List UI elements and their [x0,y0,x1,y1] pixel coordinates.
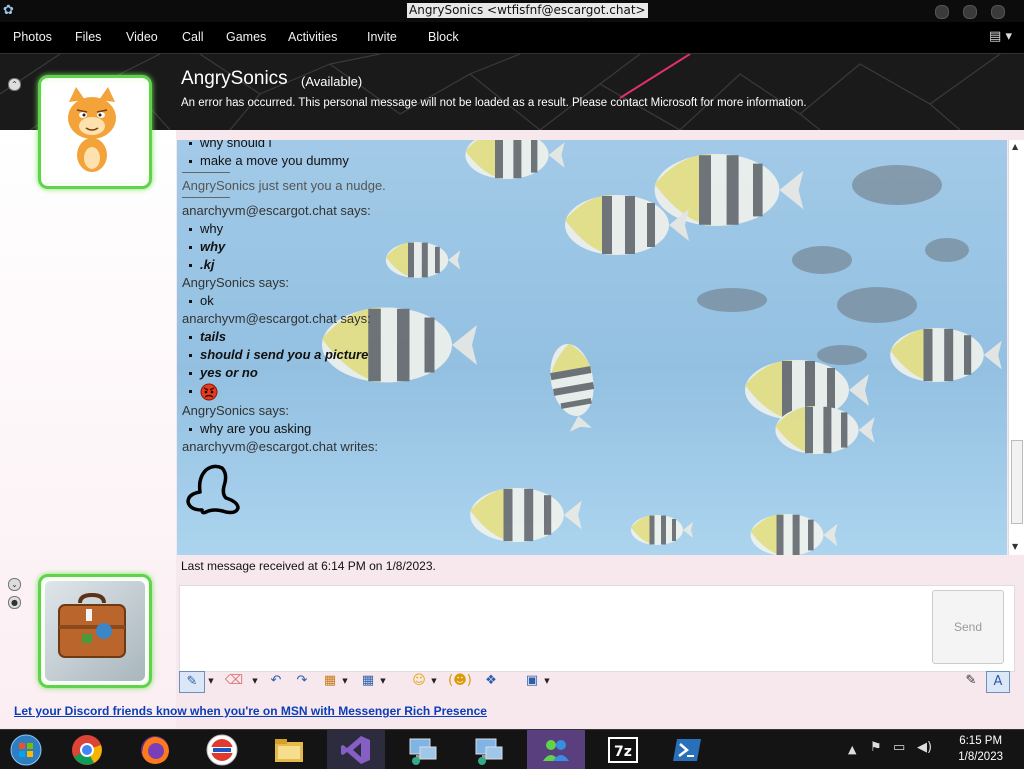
handwriting-pen-icon[interactable]: ✎ [179,671,205,693]
message-input[interactable] [179,585,1015,672]
nudge-notice: AngrySonics just sent you a nudge. [182,178,386,193]
emoticon-icon[interactable]: ☺ [409,671,429,691]
title-bar: ✿ AngrySonics <wtfisfnf@escargot.chat> [0,0,1024,22]
discord-rich-presence-link[interactable]: Let your Discord friends know when you'r… [14,704,487,718]
window-title: AngrySonics <wtfisfnf@escargot.chat> [407,3,648,18]
menu-video[interactable]: Video [126,30,158,44]
suitcase-icon [58,592,126,658]
background-picture-icon[interactable]: ▣ [522,671,542,691]
action-center-flag-icon[interactable]: ⚑ [870,740,882,755]
pen-dropdown-icon[interactable]: ▼ [207,671,215,691]
menu-games[interactable]: Games [226,30,266,44]
minimize-button[interactable] [935,5,949,19]
color-grid-icon[interactable]: ▦ [320,671,340,691]
undo-icon[interactable]: ↶ [266,671,286,691]
color-dropdown-icon[interactable]: ▼ [341,671,349,691]
menu-bar: Photos Files Video Call Games Activities… [0,22,1024,54]
network-icon[interactable]: ▭ [893,740,905,755]
message-line: why [182,238,982,256]
menu-files[interactable]: Files [75,30,101,44]
menu-activities[interactable]: Activities [288,30,337,44]
sender-header: AngrySonics says: [182,275,289,290]
visual-studio-icon[interactable] [339,733,373,767]
svg-text:7z: 7z [614,744,632,760]
sender-header: anarchyvm@escargot.chat says: [182,203,371,218]
message-line: why are you asking [182,420,982,438]
own-avatar[interactable] [38,574,152,688]
eraser-dropdown-icon[interactable]: ▼ [251,671,259,691]
orange-cat-icon [45,82,139,176]
message-line: ok [182,292,982,310]
volume-icon[interactable]: ◀) [917,740,932,755]
handwritten-ink-drawing [186,464,240,515]
expand-icon[interactable]: ⌄ [8,578,21,591]
scroll-up-arrow[interactable]: ▲ [1012,142,1018,151]
scroll-down-arrow[interactable]: ▼ [1012,542,1018,551]
header-background-pattern [0,54,1001,130]
contact-status: (Available) [301,74,363,89]
message-line: yes or no [182,364,982,382]
chrome-icon[interactable] [70,733,104,767]
firefox-icon[interactable] [138,733,172,767]
menu-block[interactable]: Block [428,30,459,44]
message-line: tails [182,328,982,346]
windows-start-icon[interactable] [9,733,43,767]
menu-photos[interactable]: Photos [13,30,52,44]
message-line: why [182,220,982,238]
collapse-header-icon[interactable]: ⌃ [8,78,21,91]
redo-icon[interactable]: ↷ [292,671,312,691]
separator [182,197,230,198]
wink-icon[interactable]: (☻) [448,671,472,691]
formatting-toolbar: ✎ ▼ ⌫ ▼ ↶ ↷ ▦ ▼ ▦ ▼ ☺ ▼ (☻) ❖ ▣ ▼ ✎ A [176,668,1024,694]
network-computer-icon[interactable] [406,733,440,767]
contact-name: AngrySonics [181,68,288,89]
webcam-icon[interactable]: ● [8,596,21,609]
menu-invite[interactable]: Invite [367,30,397,44]
messenger-contacts-icon[interactable] [539,733,573,767]
message-line: should i send you a picture [182,346,982,364]
clock-date: 1/8/2023 [958,751,1003,763]
system-clock[interactable]: 6:15 PM 1/8/2023 [958,733,1003,765]
conversation-history[interactable]: why should i make a move you dummy Angry… [177,140,1007,555]
sender-header: anarchyvm@escargot.chat writes: [182,439,378,454]
grid-dropdown-icon[interactable]: ▼ [379,671,387,691]
options-menu-icon[interactable]: ▤ ▾ [989,29,1012,44]
chat-scrollbar[interactable]: ▲ ▼ [1008,140,1024,555]
7zip-icon[interactable]: 7z [606,733,640,767]
clock-time: 6:15 PM [959,735,1003,747]
taskbar: 7z ▲ ⚑ ▭ ◀) 6:15 PM 1/8/2023 [0,729,1024,769]
message-line: .kj [182,256,982,274]
last-message-status: Last message received at 6:14 PM on 1/8/… [181,559,436,573]
messenger-app-icon: ✿ [3,3,14,18]
angry-face-icon [200,383,218,401]
message-line [182,382,982,402]
send-button[interactable]: Send [932,590,1004,664]
maximize-button[interactable] [963,5,977,19]
contact-header: AngrySonics (Available) An error has occ… [0,54,1024,130]
personal-message: An error has occurred. This personal mes… [181,97,807,109]
eraser-icon[interactable]: ⌫ [223,671,245,691]
network-computer-icon[interactable] [472,733,506,767]
contact-avatar[interactable] [38,75,152,189]
show-hidden-icons-icon[interactable]: ▲ [848,743,856,756]
message-line: why should i [182,140,982,152]
grid-icon[interactable]: ▦ [358,671,378,691]
text-mode-icon[interactable]: A [986,671,1010,693]
file-explorer-icon[interactable] [272,733,306,767]
nudge-icon[interactable]: ❖ [481,671,501,691]
msn-icon[interactable] [205,733,239,767]
background-dropdown-icon[interactable]: ▼ [543,671,551,691]
handwriting-mode-icon[interactable]: ✎ [961,671,981,691]
powershell-icon[interactable] [670,733,704,767]
separator [182,172,230,173]
close-button[interactable] [991,5,1005,19]
sender-header: AngrySonics says: [182,403,289,418]
message-line: make a move you dummy [182,152,982,170]
message-transcript: why should i make a move you dummy Angry… [182,140,982,521]
scroll-thumb[interactable] [1011,440,1023,524]
sender-header: anarchyvm@escargot.chat says: [182,311,371,326]
emoticon-dropdown-icon[interactable]: ▼ [430,671,438,691]
menu-call[interactable]: Call [182,30,204,44]
